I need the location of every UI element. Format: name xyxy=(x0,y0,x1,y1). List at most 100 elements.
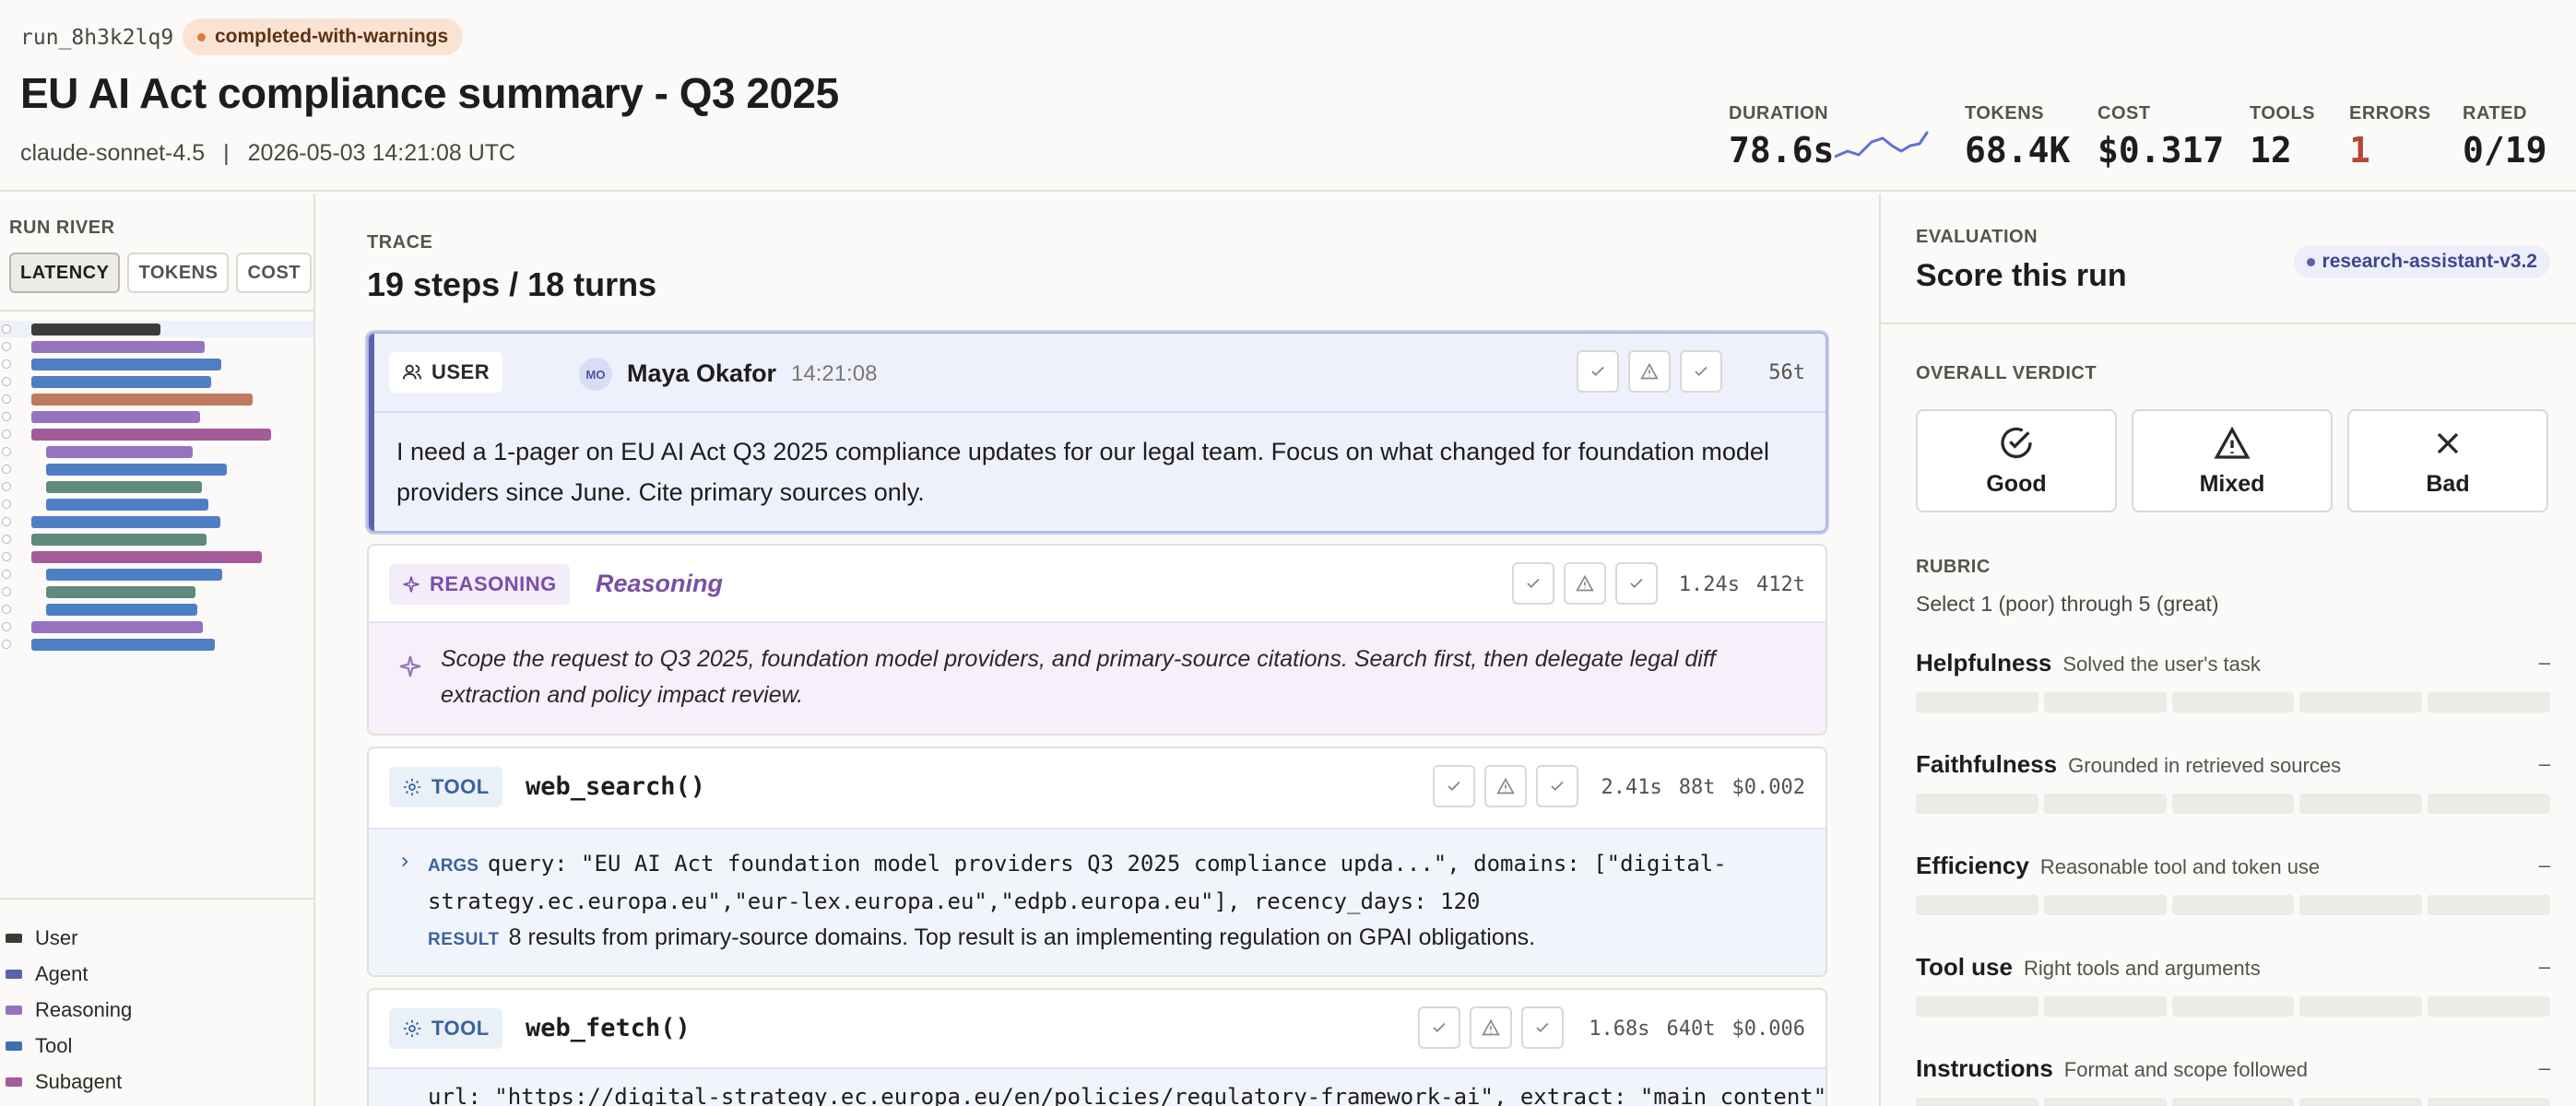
river-row-dot xyxy=(2,587,11,596)
score-option-1[interactable] xyxy=(1916,794,2038,814)
step-tool-web-search[interactable]: TOOL web_search() 2.41s 88t $0.002 ARGS q… xyxy=(367,747,1827,977)
river-row[interactable] xyxy=(0,618,313,635)
score-option-3[interactable] xyxy=(2171,1098,2295,1106)
tab-latency[interactable]: LATENCY xyxy=(9,253,121,293)
step-meta: 1.24s 412t xyxy=(1679,573,1805,596)
score-option-5[interactable] xyxy=(2428,692,2550,712)
tab-cost[interactable]: COST xyxy=(236,253,313,293)
criterion-score: – xyxy=(2538,955,2550,978)
river-row[interactable] xyxy=(0,548,313,565)
step-reasoning[interactable]: REASONING Reasoning 1.24s 412t Scope the… xyxy=(367,544,1827,735)
verdict-mixed-button[interactable]: Mixed xyxy=(2132,409,2333,512)
score-option-1[interactable] xyxy=(1916,895,2038,915)
criterion-score: – xyxy=(2538,651,2550,674)
mark-warning-button[interactable] xyxy=(1564,562,1606,605)
legend-label: User xyxy=(35,925,78,949)
river-row[interactable] xyxy=(0,321,313,337)
score-option-3[interactable] xyxy=(2171,692,2295,712)
score-option-2[interactable] xyxy=(2043,1098,2167,1106)
mark-good-button[interactable] xyxy=(1433,765,1475,807)
verdict-bad-button[interactable]: Bad xyxy=(2347,409,2548,512)
river-row-dot xyxy=(2,359,11,369)
river-row[interactable] xyxy=(0,391,313,407)
warning-icon xyxy=(1640,362,1659,380)
score-option-2[interactable] xyxy=(2043,895,2167,915)
score-option-4[interactable] xyxy=(2299,692,2423,712)
score-option-5[interactable] xyxy=(2428,996,2550,1017)
legend-label: Subagent xyxy=(35,1069,123,1093)
score-option-1[interactable] xyxy=(1916,996,2038,1017)
mark-warning-button[interactable] xyxy=(1484,765,1527,807)
river-row[interactable] xyxy=(0,373,313,390)
user-name: Maya Okafor xyxy=(627,359,777,387)
river-bar-agentgreen xyxy=(46,481,202,493)
legend-item-agent: Agent xyxy=(0,956,313,992)
step-kind-pill: TOOL xyxy=(389,1008,502,1049)
score-option-4[interactable] xyxy=(2299,1098,2423,1106)
rubric-badge-text: research-assistant-v3.2 xyxy=(2322,251,2537,272)
rubric-badge[interactable]: research-assistant-v3.2 xyxy=(2293,245,2550,278)
mark-good-button[interactable] xyxy=(1577,350,1619,393)
score-option-4[interactable] xyxy=(2299,895,2423,915)
score-option-3[interactable] xyxy=(2171,996,2295,1017)
args-label: ARGS xyxy=(428,856,479,876)
score-option-4[interactable] xyxy=(2299,996,2423,1017)
river-row[interactable] xyxy=(0,461,313,477)
evaluation-panel: EVALUATION Score this run research-assis… xyxy=(1879,194,2576,1106)
river-row[interactable] xyxy=(0,356,313,372)
mark-reviewed-button[interactable] xyxy=(1615,562,1658,605)
mark-reviewed-button[interactable] xyxy=(1680,350,1722,393)
mark-good-button[interactable] xyxy=(1418,1006,1460,1049)
step-tokens: 640t xyxy=(1666,1018,1716,1041)
reasoning-text: Scope the request to Q3 2025, foundation… xyxy=(441,646,1716,708)
step-tool-web-fetch[interactable]: TOOL web_fetch() 1.68s 640t $0.006 url: … xyxy=(367,988,1827,1106)
river-row[interactable] xyxy=(0,478,313,495)
score-option-5[interactable] xyxy=(2428,895,2550,915)
verdict-good-button[interactable]: Good xyxy=(1916,409,2117,512)
mark-reviewed-button[interactable] xyxy=(1536,765,1578,807)
river-bar-user xyxy=(31,324,160,335)
river-row[interactable] xyxy=(0,426,313,442)
score-option-5[interactable] xyxy=(2428,1098,2550,1106)
gear-icon xyxy=(403,1019,421,1038)
score-option-4[interactable] xyxy=(2299,794,2423,814)
river-row[interactable] xyxy=(0,636,313,653)
stat-value: 78.6s xyxy=(1729,130,1835,171)
river-row-dot xyxy=(2,570,11,579)
score-option-3[interactable] xyxy=(2171,895,2295,915)
mark-good-button[interactable] xyxy=(1512,562,1554,605)
river-row[interactable] xyxy=(0,583,313,600)
score-scale xyxy=(1916,996,2550,1017)
river-row-dot xyxy=(2,465,11,474)
score-option-1[interactable] xyxy=(1916,692,2038,712)
step-duration: 1.68s xyxy=(1589,1018,1650,1041)
step-kind-pill: TOOL xyxy=(389,767,502,807)
check-icon xyxy=(1551,781,1564,792)
verdict-label-text: Bad xyxy=(2426,470,2470,497)
mark-reviewed-button[interactable] xyxy=(1521,1006,1564,1049)
score-option-2[interactable] xyxy=(2043,692,2167,712)
mark-warning-button[interactable] xyxy=(1470,1006,1512,1049)
score-option-3[interactable] xyxy=(2171,794,2295,814)
tab-tokens[interactable]: TOKENS xyxy=(127,253,230,293)
score-option-5[interactable] xyxy=(2428,794,2550,814)
river-bar-reasoning xyxy=(31,341,205,353)
river-row[interactable] xyxy=(0,601,313,618)
river-row[interactable] xyxy=(0,566,313,582)
verdict-label-text: Mixed xyxy=(2199,470,2265,497)
river-row[interactable] xyxy=(0,496,313,512)
river-row[interactable] xyxy=(0,531,313,547)
river-row[interactable] xyxy=(0,408,313,425)
river-row[interactable] xyxy=(0,443,313,460)
river-row[interactable] xyxy=(0,513,313,530)
chevron-right-icon[interactable] xyxy=(398,855,411,868)
score-option-2[interactable] xyxy=(2043,794,2167,814)
result-label: RESULT xyxy=(428,930,500,949)
river-row[interactable] xyxy=(0,338,313,355)
score-option-2[interactable] xyxy=(2043,996,2167,1017)
mark-warning-button[interactable] xyxy=(1628,350,1671,393)
score-option-1[interactable] xyxy=(1916,1098,2038,1106)
step-user[interactable]: USER MO Maya Okafor 14:21:08 56t I need … xyxy=(367,332,1827,533)
tool-name: web_fetch() xyxy=(526,1014,691,1042)
legend-item-tool: Tool xyxy=(0,1028,313,1064)
